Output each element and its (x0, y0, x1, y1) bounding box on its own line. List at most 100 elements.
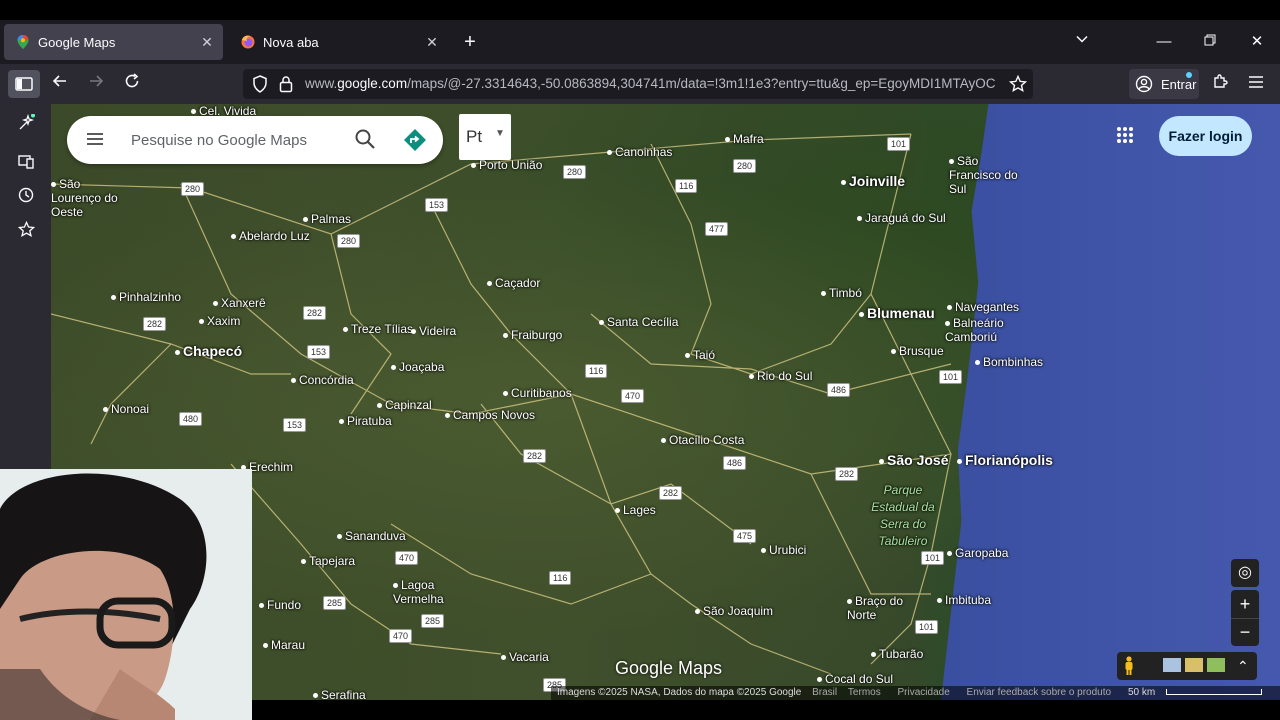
place-label[interactable]: São José (879, 452, 948, 468)
place-label[interactable]: Garopaba (947, 546, 1008, 560)
place-label[interactable]: Treze Tílias (343, 322, 413, 336)
place-label[interactable]: Braço do Norte (847, 594, 927, 622)
terrain-thumbnail-icon[interactable] (1185, 658, 1203, 672)
close-tab-icon[interactable]: ✕ (199, 34, 215, 50)
place-label[interactable]: Concórdia (291, 373, 354, 387)
search-icon[interactable] (354, 128, 378, 152)
place-label[interactable]: Campos Novos (445, 408, 535, 422)
place-label[interactable]: Santa Cecília (599, 315, 678, 329)
minimize-window-icon[interactable]: — (1154, 32, 1174, 52)
place-label[interactable]: Capinzal (377, 398, 432, 412)
sidebar-toggle-icon[interactable] (8, 70, 40, 98)
login-button[interactable]: Fazer login (1159, 116, 1252, 156)
place-label[interactable]: Xaxim (199, 314, 240, 328)
place-label[interactable]: Xanxerê (213, 296, 266, 310)
back-arrow-icon[interactable] (48, 72, 72, 96)
lock-icon[interactable] (279, 75, 293, 98)
satellite-thumbnail-icon[interactable] (1207, 658, 1225, 672)
tab-google-maps[interactable]: Google Maps ✕ (4, 24, 223, 60)
place-label[interactable]: Marau (263, 638, 305, 652)
hamburger-menu-icon[interactable] (1244, 72, 1268, 96)
synced-tabs-icon[interactable] (14, 152, 38, 176)
place-label[interactable]: Canoinhas (607, 145, 672, 159)
list-all-tabs-chevron-icon[interactable] (1072, 32, 1092, 52)
place-label[interactable]: Brusque (891, 344, 944, 358)
place-label[interactable]: Lagoa Vermelha (393, 578, 473, 606)
new-tab-plus-icon[interactable]: + (460, 32, 480, 52)
place-label[interactable]: São Lourenço do Oeste (51, 177, 131, 219)
scale-bar[interactable]: 50 km (1120, 686, 1262, 700)
place-label[interactable]: Mafra (725, 132, 764, 146)
place-label[interactable]: Abelardo Luz (231, 229, 310, 243)
place-label[interactable]: Timbó (821, 286, 862, 300)
place-label[interactable]: Lages (615, 503, 656, 517)
bookmarks-star-icon[interactable] (14, 220, 38, 245)
restore-window-icon[interactable] (1200, 32, 1220, 52)
close-tab-icon[interactable]: ✕ (424, 34, 440, 50)
expand-chevrons-icon[interactable]: ⌃ (1237, 656, 1249, 676)
pegman-icon[interactable] (1123, 656, 1139, 676)
tab-new-tab[interactable]: Nova aba ✕ (229, 24, 448, 60)
place-label[interactable]: Joinville (841, 173, 905, 189)
place-label[interactable]: Serafina (313, 688, 366, 700)
place-label[interactable]: Jaraguá do Sul (857, 211, 946, 225)
place-label[interactable]: Urubici (761, 543, 806, 557)
place-label[interactable]: Curitibanos (503, 386, 572, 400)
zoom-out-button[interactable]: − (1231, 618, 1259, 646)
place-dot (857, 216, 862, 222)
google-apps-grid-icon[interactable] (1113, 126, 1137, 150)
map-type-thumbnail-icon[interactable] (1163, 658, 1181, 672)
terms-link[interactable]: Termos (848, 687, 881, 698)
road-shield: 282 (523, 449, 547, 463)
place-label[interactable]: Porto União (471, 158, 542, 172)
place-name: Fraiburgo (511, 328, 563, 342)
place-label[interactable]: Nonoai (103, 402, 149, 416)
place-label[interactable]: Chapecó (175, 343, 242, 359)
reload-icon[interactable] (120, 72, 144, 96)
place-label[interactable]: Tapejara (301, 554, 355, 568)
place-label[interactable]: Fundo (259, 598, 301, 612)
place-label[interactable]: Videira (411, 324, 456, 338)
search-input[interactable] (131, 128, 341, 152)
place-label[interactable]: Rio do Sul (749, 369, 812, 383)
place-label[interactable]: Florianópolis (957, 452, 1053, 468)
hamburger-menu-icon[interactable] (85, 130, 105, 150)
place-label[interactable]: Vacaria (501, 650, 549, 664)
place-label[interactable]: Cocal do Sul (817, 672, 893, 686)
place-label[interactable]: Piratuba (339, 414, 392, 428)
place-label[interactable]: Fraiburgo (503, 328, 562, 342)
place-label[interactable]: Bombinhas (975, 355, 1043, 369)
place-label[interactable]: Navegantes (947, 300, 1019, 314)
place-label[interactable]: Imbituba (937, 593, 991, 607)
place-label[interactable]: Taió (685, 348, 715, 362)
forward-arrow-icon[interactable] (84, 72, 108, 96)
address-bar[interactable]: www.google.com/maps/@-27.3314643,-50.086… (243, 69, 1033, 99)
place-label[interactable]: Otacílio Costa (661, 433, 744, 447)
zoom-in-button[interactable]: + (1231, 590, 1259, 618)
place-label[interactable]: Pinhalzinho (111, 290, 181, 304)
bookmark-star-icon[interactable] (1008, 74, 1028, 98)
my-location-icon[interactable]: ◎ (1231, 559, 1259, 587)
account-signin-button[interactable]: Entrar (1129, 69, 1199, 99)
ai-chatbot-icon[interactable] (14, 113, 38, 138)
privacy-link[interactable]: Privacidade (898, 687, 950, 698)
place-label[interactable]: Balneário Camboriú (945, 316, 1025, 344)
place-label[interactable]: Tubarão (871, 647, 923, 661)
directions-icon[interactable] (403, 128, 427, 152)
place-label[interactable]: São Joaquim (695, 604, 773, 618)
feedback-link[interactable]: Enviar feedback sobre o produto (967, 687, 1112, 698)
tracking-protection-shield-icon[interactable] (252, 75, 268, 98)
close-window-icon[interactable]: ✕ (1247, 32, 1267, 52)
place-label[interactable]: Sananduva (337, 529, 406, 543)
place-label[interactable]: Joaçaba (391, 360, 444, 374)
country-link[interactable]: Brasil (812, 687, 837, 698)
place-label[interactable]: São Francisco do Sul (949, 154, 1029, 196)
place-label[interactable]: Blumenau (859, 305, 935, 321)
extensions-puzzle-icon[interactable] (1208, 72, 1232, 96)
history-icon[interactable] (14, 186, 38, 210)
place-name: São Francisco do Sul (949, 154, 1018, 196)
place-label[interactable]: Palmas (303, 212, 351, 226)
place-label[interactable]: Caçador (487, 276, 540, 290)
language-layers-button[interactable]: Pt ▼ (459, 114, 511, 160)
url-text[interactable]: www.google.com/maps/@-27.3314643,-50.086… (305, 76, 1000, 91)
